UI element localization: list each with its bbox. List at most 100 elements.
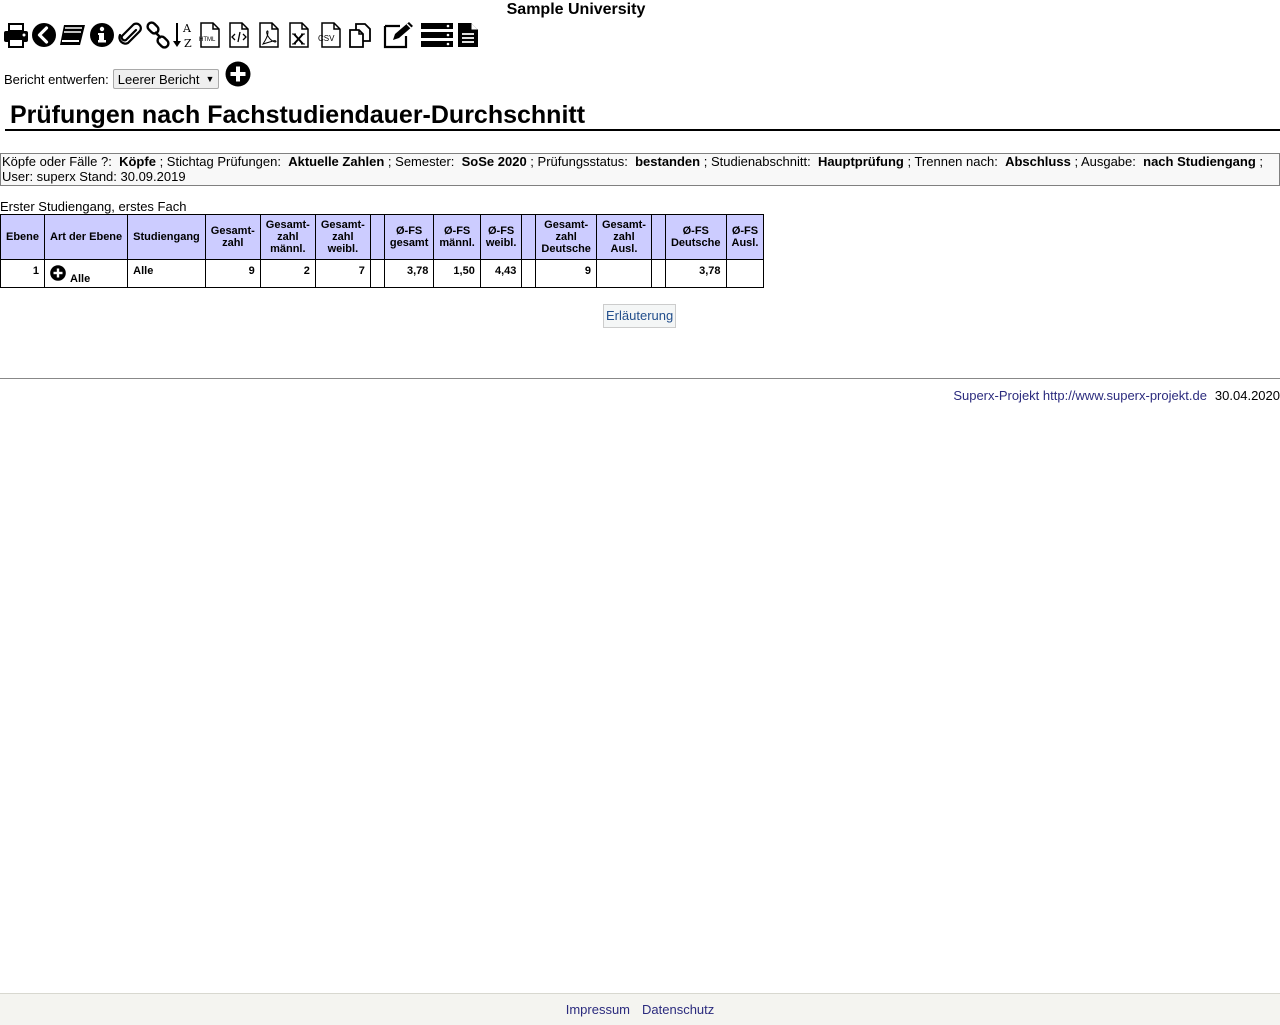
- chevron-down-icon: ▼: [205, 74, 215, 84]
- edit-icon: [383, 22, 413, 49]
- html-export-button[interactable]: HTML: [196, 20, 224, 50]
- toolbar: AZ HTML CSV: [2, 20, 480, 50]
- superx-project-link[interactable]: Superx-Projekt http://www.superx-projekt…: [953, 388, 1207, 403]
- svg-text:CSV: CSV: [318, 34, 335, 43]
- list-icon: [421, 23, 453, 47]
- csv-export-button[interactable]: CSV: [314, 20, 346, 50]
- cell-fs-weibl: 4,43: [479, 259, 523, 288]
- list-button[interactable]: [420, 20, 454, 50]
- datenschutz-link[interactable]: Datenschutz: [642, 1002, 714, 1017]
- code-file-icon: [229, 22, 249, 48]
- cell-art-der-ebene: Alle: [44, 259, 129, 288]
- university-title: Sample University: [506, 1, 646, 18]
- col-art-der-ebene[interactable]: Art der Ebene: [44, 214, 129, 260]
- col-gesamtzahl-weibl[interactable]: Gesamt-zahl weibl.: [314, 214, 371, 260]
- col-fs-ausl[interactable]: Ø-FS Ausl.: [725, 214, 765, 260]
- plus-circle-icon: [225, 61, 251, 86]
- spacer-column: [369, 214, 385, 260]
- param-value: bestanden: [635, 154, 701, 169]
- copy-icon: [349, 23, 371, 48]
- attachment-button[interactable]: [116, 20, 144, 50]
- books-icon: [60, 25, 85, 45]
- cell-art-value: Alle: [70, 273, 91, 285]
- report-table: Ebene Art der Ebene Studiengang Gesamt-z…: [0, 214, 765, 288]
- col-gesamtzahl-ausl[interactable]: Gesamt-zahl Ausl.: [595, 214, 652, 260]
- cell-gesamtzahl-maennl: 2: [259, 259, 316, 288]
- cell-gesamtzahl-weibl: 7: [314, 259, 371, 288]
- link-icon: [146, 21, 170, 49]
- col-ebene[interactable]: Ebene: [0, 214, 46, 260]
- expand-level-button[interactable]: [50, 265, 66, 284]
- impressum-link[interactable]: Impressum: [566, 1002, 630, 1017]
- cell-fs-ausl: [725, 259, 765, 288]
- param-label: ; Semester:: [387, 154, 455, 169]
- paperclip-icon: [118, 22, 142, 45]
- back-icon: [32, 23, 56, 47]
- footer-meta: Superx-Projekt http://www.superx-projekt…: [953, 388, 1280, 403]
- add-report-button[interactable]: [225, 61, 251, 90]
- report-parameters: Köpfe oder Fälle ?: Köpfe ; Stichtag Prü…: [0, 153, 1280, 186]
- table-header-row: Ebene Art der Ebene Studiengang Gesamt-z…: [0, 214, 765, 260]
- sort-button[interactable]: AZ: [172, 20, 196, 50]
- sort-az-icon: AZ: [173, 22, 192, 50]
- param-label: ; Trennen nach:: [907, 154, 998, 169]
- document-icon: [458, 23, 478, 47]
- info-button[interactable]: [88, 20, 116, 50]
- param-label: Köpfe oder Fälle ?:: [2, 154, 112, 169]
- cell-gesamtzahl: 9: [204, 259, 261, 288]
- info-icon: [90, 23, 114, 47]
- print-button[interactable]: [2, 20, 30, 50]
- plus-circle-icon: [50, 265, 66, 281]
- csv-file-icon: CSV: [318, 22, 341, 48]
- spacer-cell: [369, 259, 385, 288]
- param-value: nach Studiengang: [1143, 154, 1256, 169]
- edit-button[interactable]: [382, 20, 416, 50]
- cell-ebene: 1: [0, 259, 46, 288]
- spacer-column: [650, 214, 666, 260]
- col-studiengang[interactable]: Studiengang: [127, 214, 206, 260]
- pdf-file-icon: [259, 22, 279, 48]
- col-gesamtzahl-deutsche[interactable]: Gesamt-zahl Deutsche: [535, 214, 597, 260]
- cell-fs-gesamt: 3,78: [383, 259, 435, 288]
- param-value: Hauptprüfung: [817, 154, 904, 169]
- draft-report-label: Bericht entwerfen:: [4, 71, 109, 87]
- spacer-cell: [521, 259, 537, 288]
- html-file-icon: HTML: [199, 22, 220, 48]
- svg-text:Z: Z: [184, 37, 192, 50]
- bottom-bar: Impressum Datenschutz: [0, 993, 1280, 1025]
- col-fs-weibl[interactable]: Ø-FS weibl.: [479, 214, 523, 260]
- draft-report-select[interactable]: Leerer Bericht ▼: [112, 69, 220, 89]
- explanation-button[interactable]: Erläuterung: [603, 304, 677, 328]
- param-label: ; Stichtag Prüfungen:: [159, 154, 281, 169]
- excel-export-button[interactable]: [284, 20, 314, 50]
- page-title: Prüfungen nach Fachstudiendauer-Durchsch…: [5, 98, 1280, 131]
- col-fs-maennl[interactable]: Ø-FS männl.: [433, 214, 481, 260]
- cell-fs-deutsche: 3,78: [664, 259, 727, 288]
- excel-file-icon: [289, 22, 309, 48]
- books-button[interactable]: [58, 20, 88, 50]
- draft-report-row: Bericht entwerfen: Leerer Bericht ▼: [4, 61, 251, 94]
- param-label: ; Prüfungsstatus:: [530, 154, 628, 169]
- param-value: Köpfe: [119, 154, 156, 169]
- param-value: SoSe 2020: [461, 154, 527, 169]
- cell-studiengang: Alle: [127, 259, 206, 288]
- pdf-export-button[interactable]: [254, 20, 284, 50]
- col-gesamtzahl-maennl[interactable]: Gesamt-zahl männl.: [259, 214, 316, 260]
- document-button[interactable]: [456, 20, 480, 50]
- cell-gesamtzahl-ausl: [595, 259, 652, 288]
- svg-text:HTML: HTML: [199, 37, 216, 43]
- param-label: ; Studienabschnitt:: [703, 154, 811, 169]
- cell-gesamtzahl-deutsche: 9: [535, 259, 597, 288]
- copy-button[interactable]: [346, 20, 374, 50]
- table-caption: Erster Studiengang, erstes Fach: [0, 199, 187, 214]
- footer-date: 30.04.2020: [1214, 388, 1280, 403]
- col-fs-gesamt[interactable]: Ø-FS gesamt: [383, 214, 435, 260]
- back-button[interactable]: [30, 20, 58, 50]
- code-export-button[interactable]: [224, 20, 254, 50]
- col-fs-deutsche[interactable]: Ø-FS Deutsche: [664, 214, 727, 260]
- cell-fs-maennl: 1,50: [433, 259, 481, 288]
- param-label: ; Ausgabe:: [1074, 154, 1136, 169]
- link-button[interactable]: [144, 20, 172, 50]
- draft-report-selected: Leerer Bericht: [117, 71, 200, 87]
- col-gesamtzahl[interactable]: Gesamt-zahl: [204, 214, 261, 260]
